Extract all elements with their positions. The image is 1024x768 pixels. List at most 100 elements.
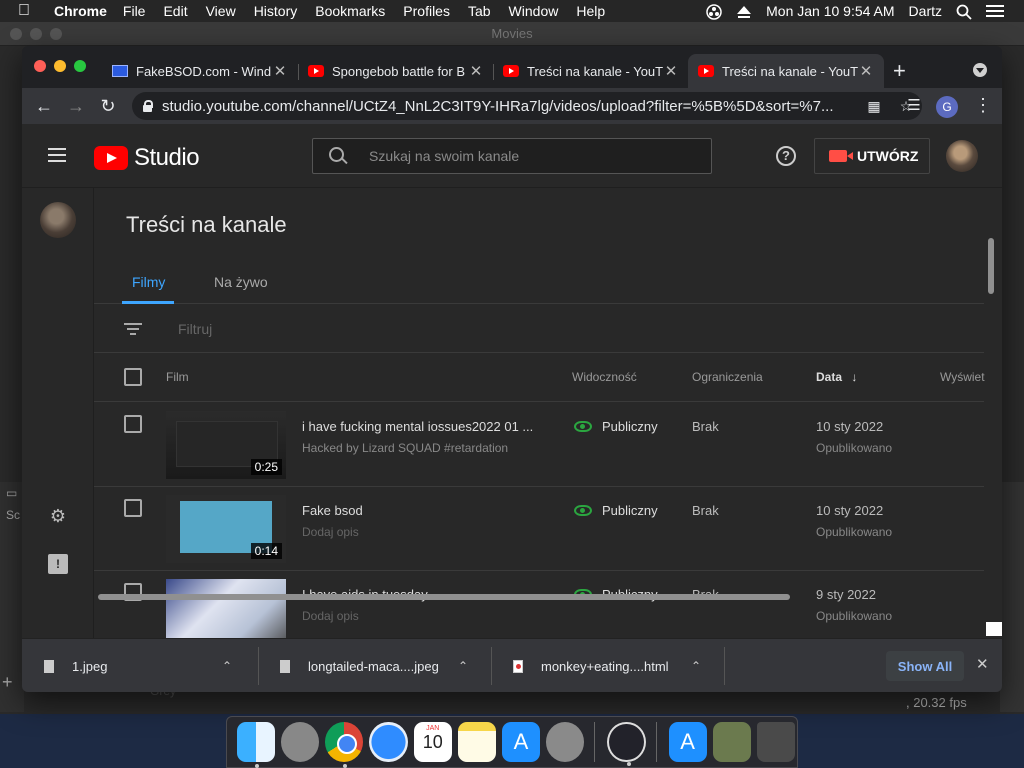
control-center-icon[interactable] <box>986 4 1004 18</box>
reload-icon[interactable]: ↻ <box>96 94 120 118</box>
column-views[interactable]: Wyświet <box>940 370 985 384</box>
calendar-icon[interactable]: JAN 10 <box>413 722 452 762</box>
menu-tab[interactable]: Tab <box>468 3 491 19</box>
menu-edit[interactable]: Edit <box>163 3 187 19</box>
column-visibility[interactable]: Widoczność <box>572 370 637 384</box>
table-row[interactable]: 0:25 i have fucking mental iossues2022 0… <box>94 403 984 487</box>
video-visibility[interactable]: Publiczny <box>574 503 658 518</box>
menu-view[interactable]: View <box>206 3 236 19</box>
youtube-studio-logo[interactable]: Studio <box>94 144 200 172</box>
settings-gear-icon[interactable]: ⚙ <box>48 506 68 526</box>
tab-fakebsod[interactable]: FakeBSOD.com - Wind ✕ <box>102 54 298 88</box>
launchpad-icon[interactable] <box>281 722 320 762</box>
filter-input[interactable]: Filtruj <box>178 321 212 337</box>
row-checkbox[interactable] <box>124 499 142 517</box>
filter-icon[interactable] <box>124 323 142 338</box>
help-icon[interactable]: ? <box>776 146 796 166</box>
feedback-icon[interactable]: ! <box>48 554 68 574</box>
close-icon[interactable]: ✕ <box>858 62 874 80</box>
system-preferences-icon[interactable] <box>546 722 585 762</box>
chevron-up-icon[interactable]: ⌃ <box>691 659 711 673</box>
monitor-icon[interactable]: ▭ <box>0 482 24 504</box>
close-icon[interactable]: ✕ <box>976 655 989 673</box>
hamburger-menu-icon[interactable] <box>48 148 66 162</box>
account-avatar[interactable] <box>946 140 978 172</box>
chevron-up-icon[interactable]: ⌃ <box>458 659 478 673</box>
video-visibility[interactable]: Publiczny <box>574 419 658 434</box>
tab-videos[interactable]: Filmy <box>132 274 165 290</box>
video-description[interactable]: Dodaj opis <box>302 525 359 539</box>
menu-help[interactable]: Help <box>576 3 605 19</box>
table-row[interactable]: I have aids in tuesday Dodaj opis Public… <box>94 571 984 638</box>
column-date[interactable]: Data ↓ <box>816 370 857 384</box>
new-tab-button[interactable]: + <box>893 58 906 84</box>
show-all-downloads-button[interactable]: Show All <box>886 651 964 681</box>
menu-app-name[interactable]: Chrome <box>54 3 107 19</box>
tab-search-icon[interactable] <box>973 63 987 77</box>
chrome-icon[interactable] <box>325 722 364 768</box>
tab-studio-active[interactable]: Treści na kanale - YouT ✕ <box>688 54 884 88</box>
bg-minimize-button[interactable] <box>30 28 42 40</box>
preview-icon[interactable] <box>712 722 751 762</box>
tab-spongebob[interactable]: Spongebob battle for B ✕ <box>298 54 494 88</box>
bg-zoom-button[interactable] <box>50 28 62 40</box>
select-all-checkbox[interactable] <box>124 368 142 386</box>
bg-close-button[interactable] <box>10 28 22 40</box>
chrome-menu-icon[interactable]: ⋮ <box>974 95 992 116</box>
apple-icon[interactable]:  <box>18 2 40 20</box>
vertical-scrollbar[interactable] <box>988 238 994 294</box>
menu-file[interactable]: File <box>123 3 146 19</box>
finder-icon[interactable] <box>237 722 276 768</box>
video-thumbnail[interactable]: 0:14 <box>166 495 286 563</box>
obs-icon[interactable] <box>607 722 646 766</box>
video-title[interactable]: i have fucking mental iossues2022 01 ... <box>302 419 533 434</box>
row-checkbox[interactable] <box>124 415 142 433</box>
chevron-up-icon[interactable]: ⌃ <box>222 659 242 673</box>
channel-avatar[interactable] <box>40 202 76 238</box>
user-name[interactable]: Dartz <box>909 3 942 19</box>
forward-arrow-icon[interactable]: → <box>64 94 88 118</box>
video-description[interactable]: Dodaj opis <box>302 609 359 623</box>
video-title[interactable]: Fake bsod <box>302 503 363 518</box>
download-item[interactable]: longtailed-maca....jpeg ⌃ <box>258 639 490 692</box>
video-thumbnail[interactable]: 0:25 <box>166 411 286 479</box>
menu-window[interactable]: Window <box>509 3 559 19</box>
close-window-button[interactable] <box>34 60 46 72</box>
safari-icon[interactable] <box>369 722 408 762</box>
table-row[interactable]: 0:14 Fake bsod Dodaj opis Publiczny Brak… <box>94 487 984 571</box>
profile-avatar[interactable]: G <box>936 96 958 118</box>
zoom-window-button[interactable] <box>74 60 86 72</box>
add-icon[interactable]: + <box>2 672 13 693</box>
tab-studio-1[interactable]: Treści na kanale - YouT ✕ <box>493 54 689 88</box>
menu-bookmarks[interactable]: Bookmarks <box>315 3 385 19</box>
horizontal-scrollbar[interactable] <box>98 594 790 600</box>
back-arrow-icon[interactable]: ← <box>32 94 56 118</box>
app-store-icon[interactable]: A <box>668 722 707 762</box>
download-item[interactable]: monkey+eating....html ⌃ <box>491 639 723 692</box>
close-icon[interactable]: ✕ <box>468 62 484 80</box>
menu-history[interactable]: History <box>254 3 298 19</box>
app-store-icon[interactable]: A <box>501 722 541 762</box>
clock[interactable]: Mon Jan 10 9:54 AM <box>766 3 894 19</box>
search-icon[interactable] <box>313 138 353 174</box>
close-icon[interactable]: ✕ <box>272 62 288 80</box>
notes-icon[interactable] <box>457 722 496 762</box>
media-control-icon[interactable]: ☰ <box>902 94 926 118</box>
spotlight-icon[interactable] <box>956 4 972 20</box>
create-button[interactable]: UTWÓRZ <box>814 138 930 174</box>
column-restrictions[interactable]: Ograniczenia <box>692 370 763 384</box>
download-item[interactable]: 1.jpeg ⌃ <box>22 639 254 692</box>
url-text[interactable]: studio.youtube.com/channel/UCtZ4_NnL2C3I… <box>162 98 858 115</box>
search-input[interactable] <box>353 148 693 164</box>
minimize-window-button[interactable] <box>54 60 66 72</box>
menu-profiles[interactable]: Profiles <box>403 3 450 19</box>
translate-icon[interactable]: ▦ <box>866 98 882 114</box>
lock-icon[interactable] <box>142 100 153 112</box>
close-icon[interactable]: ✕ <box>663 62 679 80</box>
video-thumbnail[interactable] <box>166 579 286 638</box>
trash-icon[interactable] <box>756 722 795 762</box>
obs-status-icon[interactable] <box>706 4 722 20</box>
airplay-icon[interactable] <box>736 4 752 18</box>
address-bar[interactable]: studio.youtube.com/channel/UCtZ4_NnL2C3I… <box>132 92 922 120</box>
tab-live[interactable]: Na żywo <box>214 274 268 290</box>
